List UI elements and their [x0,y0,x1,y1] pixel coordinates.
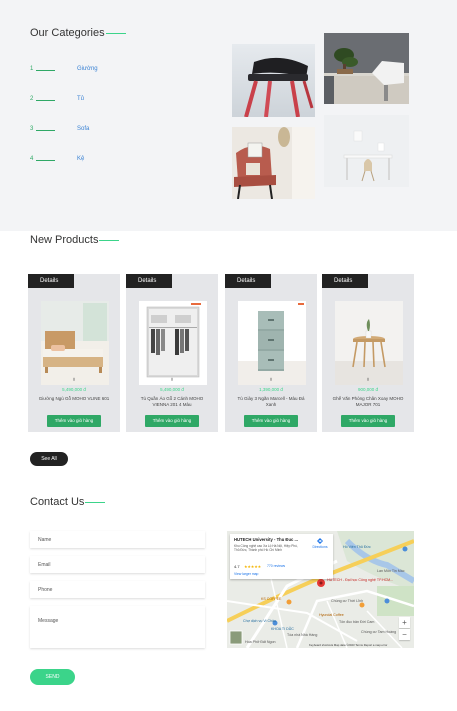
reviews-link[interactable]: 770 reviews [267,564,285,568]
map-label: Hyundai Coffee [319,613,344,617]
product-image-side-table[interactable] [335,301,403,385]
directions-icon [317,538,323,544]
name-field[interactable] [30,531,205,548]
see-all-button[interactable]: See All [30,452,68,466]
add-to-cart-button[interactable]: Thêm vào giỏ hàng [244,415,298,427]
product-card[interactable]: Details ⠿ 1,390,000 đ Tủ Giày 3 Ngăn Mar… [225,274,317,432]
map-label: Tòa nhà Nhà Hàng [287,633,318,637]
category-item-ke[interactable]: 4 Kệ [30,156,150,166]
category-link[interactable]: Kệ [77,156,84,162]
product-price: 900,000 đ [357,387,379,392]
product-name[interactable]: Giường Ngủ Gỗ MOHO VLINE 601 [36,396,112,402]
category-link[interactable]: Sofa [77,126,89,132]
product-card[interactable]: Details ⠿ 900,000 đ Ghế Văn Phòng Chân X… [322,274,414,432]
add-to-cart-button[interactable]: Thêm vào giỏ hàng [341,415,395,427]
map-label: Hồ Viên Thủ Đức [343,545,371,549]
dots-icon: ⠿ [170,377,174,382]
map-label: KS COFFEE [261,597,282,601]
category-link[interactable]: Tủ [77,96,84,102]
map-label: Chùng cư Thới Lĩnh [331,599,364,603]
details-badge[interactable]: Details [322,274,368,288]
categories-heading: Our Categories [30,27,126,39]
category-image-bonsai[interactable] [324,33,409,104]
larger-map-link[interactable]: View larger map [234,572,258,576]
category-image-desk[interactable] [324,115,409,187]
product-image-wardrobe[interactable] [139,301,207,385]
category-number: 1 [30,66,34,72]
email-field[interactable] [30,556,205,573]
category-image-armchair[interactable] [232,127,315,199]
send-button[interactable]: SEND [30,669,75,685]
map-embed[interactable]: HUTECH University - Thu Đuc ... Khu Công… [227,531,414,648]
star-icon: ★★★★★ [244,565,262,569]
product-card[interactable]: Details ⠿ 5,490,000 đ Giường Ngủ Gỗ MOHO… [28,274,120,432]
new-products-title: New Products [30,234,99,246]
place-info-card: HUTECH University - Thu Đuc ... Khu Công… [230,534,333,579]
map-label: KHOA TI DŨC [271,627,294,631]
category-item-sofa[interactable]: 3 Sofa [30,126,150,136]
product-price: 5,490,000 đ [62,387,86,392]
place-title: HUTECH University - Thu Đuc ... [234,537,298,542]
category-line [36,100,55,101]
add-to-cart-button[interactable]: Thêm vào giỏ hàng [47,415,101,427]
directions-label: Directions [312,545,328,549]
dots-icon: ⠿ [72,377,76,382]
phone-field[interactable] [30,581,205,598]
place-rating: 4.7 [234,564,240,569]
category-item-tu[interactable]: 2 Tủ [30,96,150,106]
contact-title: Contact Us [30,496,85,508]
directions-link[interactable]: Directions [310,538,330,549]
categories-title: Our Categories [30,27,105,39]
title-underline [85,501,106,503]
product-name[interactable]: Tủ Quần Áo Gỗ 2 Cánh MOHO VIENNA 201 4 M… [134,396,210,408]
dots-icon: ⠿ [269,377,273,382]
message-field[interactable] [30,606,205,648]
title-underline [105,32,126,34]
new-products-heading: New Products [30,234,120,246]
details-badge[interactable]: Details [225,274,271,288]
product-name[interactable]: Tủ Giày 3 Ngăn Marcell - Màu Đá Xanh [233,396,309,408]
place-address: Khu Công nghệ cao Xa Lộ Hà Nội, Hiệp Phú… [234,544,298,553]
contact-heading: Contact Us [30,496,106,508]
map-label: Chợ dịch vụ Vi Châu [243,619,277,623]
product-card[interactable]: Details ⠿ 5,490,000 đ Tủ Quần Áo Gỗ 2 Cá… [126,274,218,432]
category-line [36,130,55,131]
product-name[interactable]: Ghế Văn Phòng Chân Xoay MOHO MAJOR 701 [330,396,406,408]
category-line [36,160,55,161]
category-link[interactable]: Giường [77,66,98,72]
category-number: 4 [30,156,34,162]
product-price: 1,390,000 đ [259,387,283,392]
map-label: Hoa Phở Đất Ngon [245,640,276,644]
category-image-chair[interactable] [232,44,315,117]
categories-section: Our Categories 1 Giường 2 Tủ 3 Sofa 4 Kệ [0,0,457,231]
map-label: Lan Môn Tin Mác [377,569,405,573]
add-to-cart-button[interactable]: Thêm vào giỏ hàng [145,415,199,427]
map-pin-label: HUTECH - Đại học Công nghệ TP.HCM... [327,578,394,582]
product-image-bed[interactable] [41,301,109,385]
details-badge[interactable]: Details [126,274,172,288]
category-item-giuong[interactable]: 1 Giường [30,66,150,76]
map-label: Tôn đuc bản Đời Cam [339,620,375,624]
details-badge[interactable]: Details [28,274,74,288]
product-price: 5,490,000 đ [160,387,184,392]
map-footer: Keyboard shortcuts Map data ©2023 Terms … [309,643,388,647]
category-number: 2 [30,96,34,102]
title-underline [99,239,120,241]
page: Our Categories 1 Giường 2 Tủ 3 Sofa 4 Kệ [0,0,457,711]
product-image-shoe-cabinet[interactable] [238,301,306,385]
zoom-in-button[interactable]: + [399,617,410,628]
category-number: 3 [30,126,34,132]
dots-icon: ⠿ [366,377,370,382]
category-line [36,70,55,71]
zoom-out-button[interactable]: − [399,629,410,640]
map-label: Chùng cư Tam Hoàng [361,630,397,634]
